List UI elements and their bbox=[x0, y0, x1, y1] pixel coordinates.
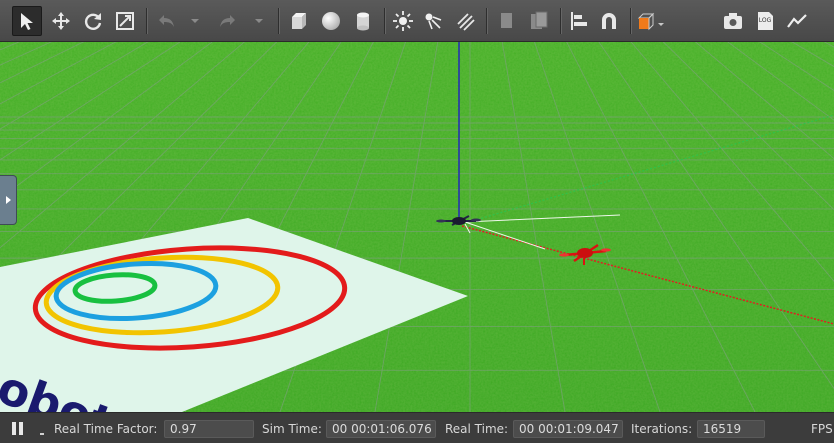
scale-icon bbox=[116, 12, 134, 30]
log-button[interactable]: LOG bbox=[750, 6, 780, 36]
pause-icon bbox=[12, 422, 23, 435]
real-time-label: Real Time: bbox=[445, 422, 509, 436]
point-light-button[interactable] bbox=[388, 6, 418, 36]
real-time-value: 00 00:01:09.047 bbox=[513, 420, 623, 438]
log-icon: LOG bbox=[758, 12, 773, 30]
align-icon bbox=[571, 12, 587, 30]
align-button[interactable] bbox=[564, 6, 594, 36]
chevron-down-icon bbox=[191, 19, 199, 23]
move-arrows-icon bbox=[52, 12, 70, 30]
sim-time-value: 00 00:01:06.076 bbox=[326, 420, 436, 438]
plot-button[interactable] bbox=[782, 6, 812, 36]
undo-history-button[interactable] bbox=[184, 6, 206, 36]
orange-cube-icon bbox=[637, 12, 664, 31]
copy-button[interactable] bbox=[492, 6, 522, 36]
sun-icon bbox=[393, 11, 413, 31]
sphere-icon bbox=[322, 12, 340, 30]
spot-light-button[interactable] bbox=[418, 6, 448, 36]
sphere-shape-button[interactable] bbox=[316, 6, 346, 36]
left-panel-toggle[interactable] bbox=[0, 175, 17, 225]
view-angle-button[interactable] bbox=[632, 6, 670, 36]
pause-button[interactable] bbox=[11, 421, 25, 436]
cylinder-shape-button[interactable] bbox=[348, 6, 378, 36]
toolbar: LOG bbox=[0, 0, 834, 42]
status-bar: Real Time Factor: 0.97 Sim Time: 00 00:0… bbox=[0, 412, 834, 443]
paste-button[interactable] bbox=[524, 6, 554, 36]
iterations-value: 16519 bbox=[697, 420, 765, 438]
undo-icon bbox=[159, 15, 174, 27]
cylinder-icon bbox=[357, 12, 369, 31]
screenshot-button[interactable] bbox=[718, 6, 748, 36]
scene-canvas: obot bbox=[0, 42, 834, 412]
scale-mode-button[interactable] bbox=[110, 6, 140, 36]
redo-button[interactable] bbox=[212, 6, 242, 36]
sim-time-label: Sim Time: bbox=[262, 422, 322, 436]
scene-viewport[interactable]: obot bbox=[0, 42, 834, 412]
log-icon-label: LOG bbox=[759, 17, 772, 24]
camera-icon bbox=[724, 13, 742, 29]
arrow-pointer-icon bbox=[21, 13, 33, 30]
copy-icon bbox=[501, 13, 512, 28]
chevron-down-icon bbox=[255, 19, 263, 23]
paste-icon bbox=[531, 11, 548, 29]
spotlight-icon bbox=[425, 13, 442, 30]
select-mode-button[interactable] bbox=[12, 6, 42, 36]
directional-light-icon bbox=[457, 13, 475, 31]
snap-button[interactable] bbox=[594, 6, 624, 36]
fps-label: FPS bbox=[811, 422, 833, 436]
iterations-label: Iterations: bbox=[631, 422, 693, 436]
line-plot-icon bbox=[787, 14, 807, 28]
box-shape-button[interactable] bbox=[284, 6, 314, 36]
cube-icon bbox=[292, 13, 306, 29]
magnet-icon bbox=[602, 13, 616, 29]
redo-history-button[interactable] bbox=[248, 6, 270, 36]
step-indicator bbox=[40, 433, 44, 435]
directional-light-button[interactable] bbox=[450, 6, 480, 36]
rotate-mode-button[interactable] bbox=[78, 6, 108, 36]
translate-mode-button[interactable] bbox=[46, 6, 76, 36]
undo-button[interactable] bbox=[152, 6, 182, 36]
real-time-factor-value: 0.97 bbox=[164, 420, 254, 438]
redo-icon bbox=[220, 15, 235, 27]
chevron-right-icon bbox=[6, 196, 11, 204]
real-time-factor-label: Real Time Factor: bbox=[54, 422, 158, 436]
rotate-icon bbox=[84, 13, 102, 30]
